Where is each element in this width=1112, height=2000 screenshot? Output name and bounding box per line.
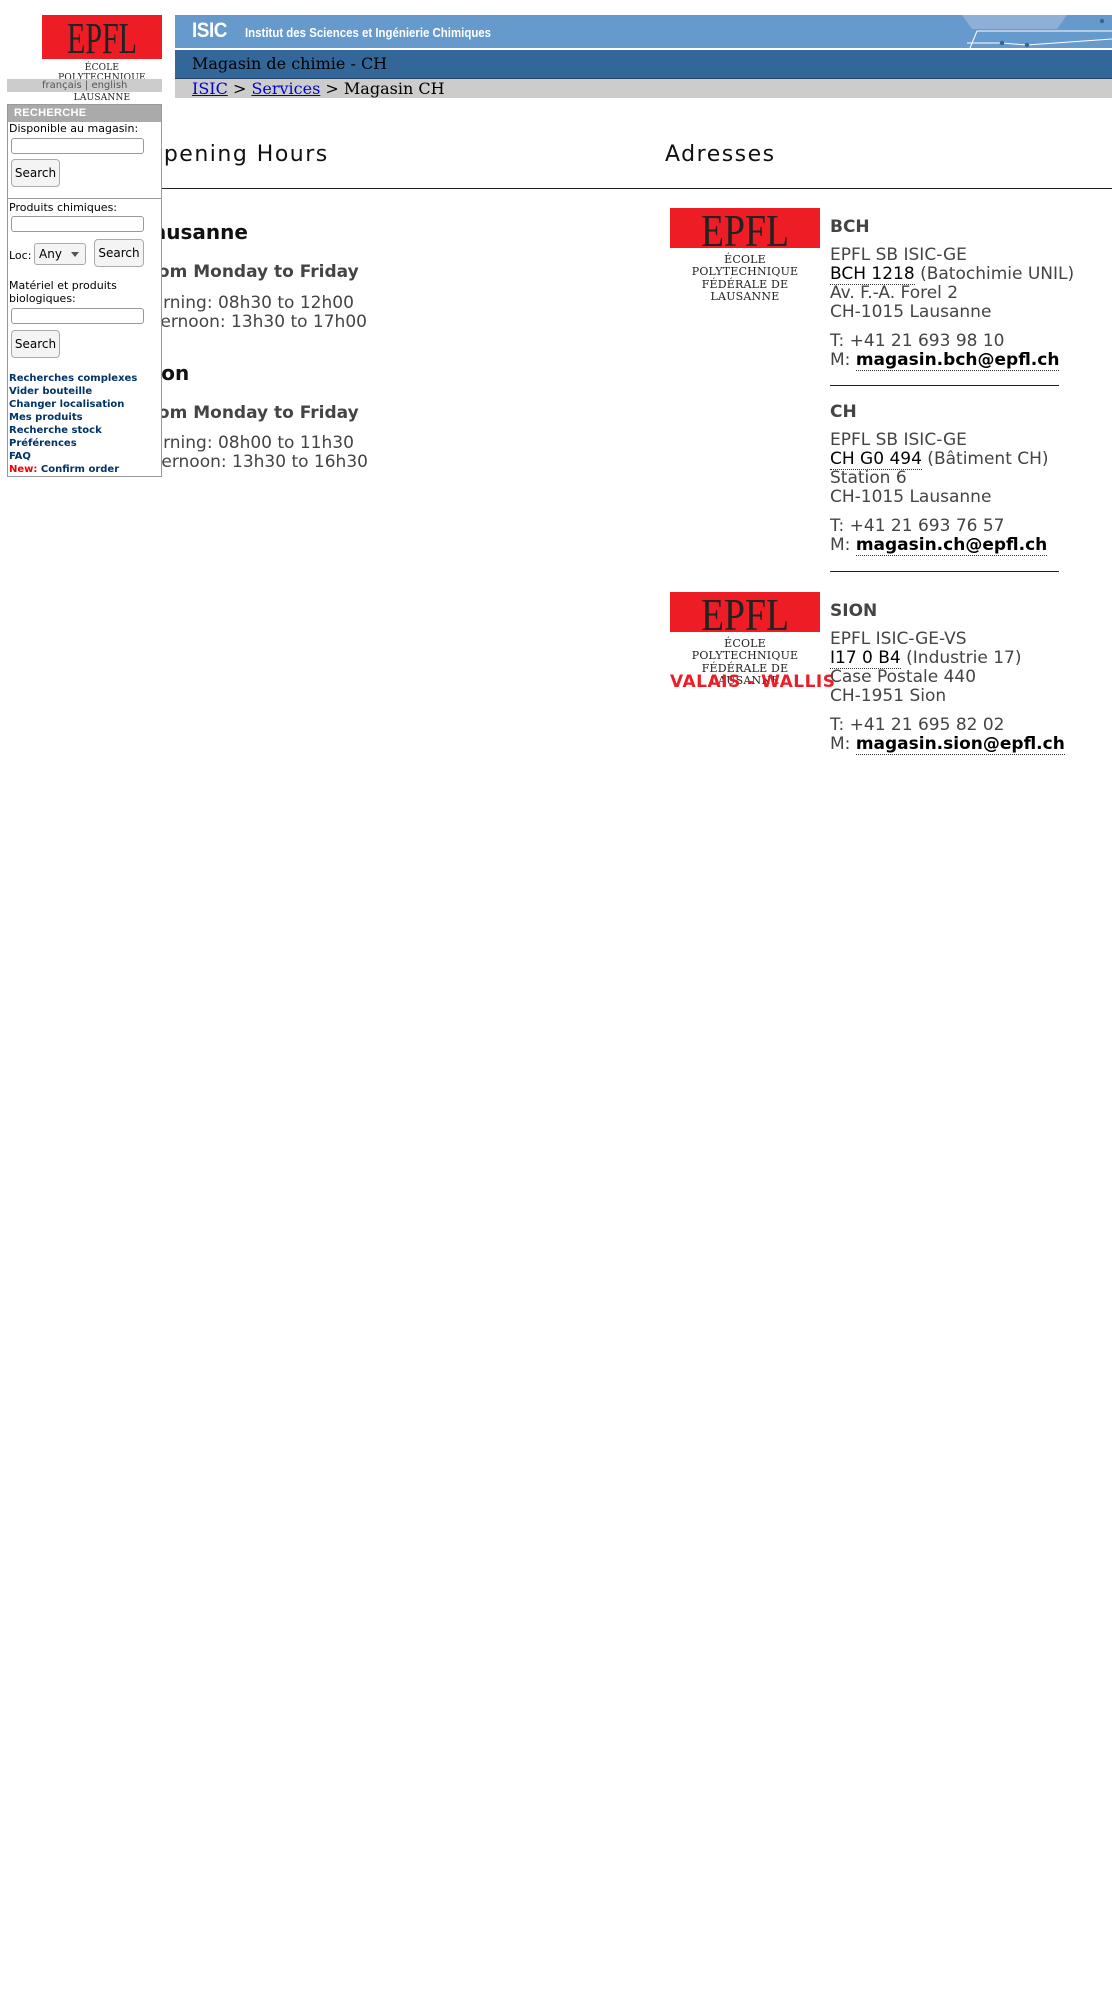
- phone-sion: T: +41 21 695 82 02: [830, 715, 1005, 735]
- address-divider: [830, 571, 1059, 572]
- chem-search-button[interactable]: Search: [94, 239, 144, 267]
- main-content: Opening Hours Lausanne From Monday to Fr…: [162, 98, 1112, 798]
- location-select-value: Any: [39, 247, 62, 261]
- room-link-bch[interactable]: BCH 1218: [830, 264, 915, 285]
- new-badge: New:: [9, 464, 38, 475]
- bio-search-button[interactable]: Search: [11, 330, 60, 358]
- address-divider: [830, 385, 1059, 386]
- link-recherche-stock[interactable]: Recherche stock: [9, 424, 137, 437]
- chem-search-input[interactable]: [11, 216, 144, 232]
- confirm-order-row: New: Confirm order: [9, 463, 137, 476]
- link-mes-produits[interactable]: Mes produits: [9, 411, 137, 424]
- opening-hours-title: Opening Hours: [162, 142, 329, 167]
- email-link-sion[interactable]: magasin.sion@epfl.ch: [855, 734, 1065, 755]
- svg-text:EPFL: EPFL: [701, 208, 789, 248]
- epfl-logo-text: EPFL: [67, 15, 137, 59]
- panel-divider: [8, 198, 161, 199]
- location-select[interactable]: Any: [34, 243, 86, 265]
- bio-search-label: Matériel et produits biologiques:: [9, 279, 117, 305]
- circuit-decoration-icon: [962, 15, 1112, 48]
- hours-afternoon-sion: Afternoon: 13h30 to 16h30: [162, 452, 368, 472]
- phone-ch: T: +41 21 693 76 57: [830, 516, 1005, 536]
- address-block-bch: EPFL SB ISIC-GE BCH 1218 (Batochimie UNI…: [830, 245, 1075, 371]
- hours-morning-lausanne: Morning: 08h30 to 12h00: [162, 293, 354, 313]
- address-name-bch: BCH: [830, 217, 870, 237]
- room-link-sion[interactable]: I17 0 B4: [830, 648, 901, 669]
- address-block-sion: EPFL ISIC-GE-VS I17 0 B4 (Industrie 17) …: [830, 629, 1065, 755]
- stock-search-button[interactable]: Search: [11, 159, 60, 187]
- language-switcher[interactable]: français | english: [42, 79, 127, 92]
- hours-morning-sion: Morning: 08h00 to 11h30: [162, 433, 354, 453]
- quick-links: Recherches complexes Vider bouteille Cha…: [9, 372, 137, 476]
- location-label: Loc:: [9, 249, 32, 262]
- breadcrumb-isic[interactable]: ISIC: [192, 79, 228, 98]
- link-vider-bouteille[interactable]: Vider bouteille: [9, 385, 137, 398]
- chem-search-label: Produits chimiques:: [9, 201, 118, 214]
- valais-wallis-label: VALAIS - WALLIS: [670, 672, 836, 692]
- language-bar: français | english: [7, 79, 162, 92]
- stock-search-input[interactable]: [11, 138, 144, 154]
- email-link-ch[interactable]: magasin.ch@epfl.ch: [855, 535, 1048, 556]
- link-confirm-order[interactable]: Confirm order: [41, 464, 119, 475]
- hours-days-lausanne: From Monday to Friday: [162, 262, 359, 282]
- epfl-logo-mark: EPFL: [42, 15, 162, 59]
- banner-short-title[interactable]: ISIC: [192, 19, 227, 43]
- search-panel: RECHERCHE Disponible au magasin: Search …: [7, 104, 162, 477]
- address-name-ch: CH: [830, 402, 857, 422]
- addresses-title: Adresses: [665, 142, 776, 167]
- hours-days-sion: From Monday to Friday: [162, 403, 359, 423]
- email-link-bch[interactable]: magasin.bch@epfl.ch: [855, 350, 1060, 371]
- banner-institute-name: Institut des Sciences et Ingénierie Chim…: [245, 25, 492, 40]
- phone-bch: T: +41 21 693 98 10: [830, 331, 1005, 351]
- search-panel-header: RECHERCHE: [8, 105, 161, 122]
- stock-search-label: Disponible au magasin:: [9, 122, 139, 135]
- breadcrumb: ISIC > Services > Magasin CH: [192, 79, 445, 98]
- hours-afternoon-lausanne: Afternoon: 13h30 to 17h00: [162, 312, 367, 332]
- breadcrumb-current: Magasin CH: [343, 79, 445, 98]
- institute-banner: ISIC Institut des Sciences et Ingénierie…: [175, 15, 1112, 48]
- epfl-lausanne-logo: EPFL ÉCOLE POLYTECHNIQUE FÉDÉRALE DE LAU…: [670, 208, 820, 303]
- bio-search-input[interactable]: [11, 308, 144, 324]
- page-title-bar: Magasin de chimie - CH: [175, 50, 1112, 79]
- link-preferences[interactable]: Préférences: [9, 437, 137, 450]
- link-recherches-complexes[interactable]: Recherches complexes: [9, 372, 137, 385]
- breadcrumb-bar: ISIC > Services > Magasin CH: [175, 79, 1112, 98]
- room-link-ch[interactable]: CH G0 494: [830, 449, 922, 470]
- address-name-sion: SION: [830, 601, 878, 621]
- chevron-down-icon: [71, 252, 79, 257]
- hours-city-sion: Sion: [162, 361, 190, 385]
- svg-text:EPFL: EPFL: [701, 592, 789, 632]
- page-title: Magasin de chimie - CH: [192, 54, 388, 73]
- hours-city-lausanne: Lausanne: [162, 220, 248, 244]
- breadcrumb-services[interactable]: Services: [251, 79, 320, 98]
- section-divider: [162, 188, 1112, 189]
- link-faq[interactable]: FAQ: [9, 450, 137, 463]
- address-block-ch: EPFL SB ISIC-GE CH G0 494 (Bâtiment CH) …: [830, 430, 1049, 556]
- link-changer-localisation[interactable]: Changer localisation: [9, 398, 137, 411]
